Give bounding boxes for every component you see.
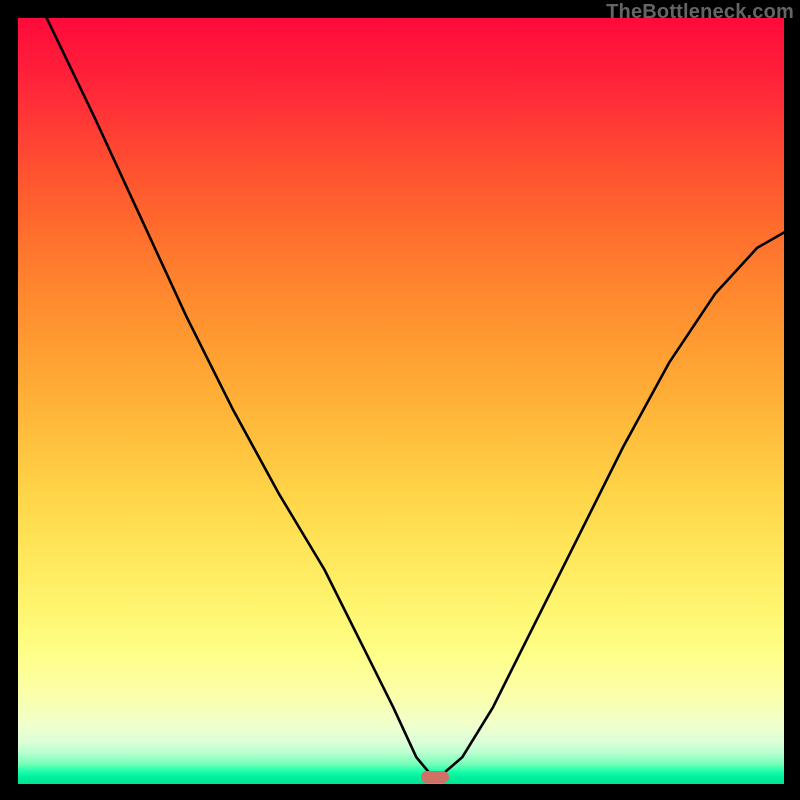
attribution-label: TheBottleneck.com <box>606 1 794 24</box>
curve-path <box>47 18 784 780</box>
plot-area <box>18 18 784 784</box>
optimal-point-marker <box>421 771 449 783</box>
bottleneck-curve <box>18 18 784 784</box>
chart-frame: TheBottleneck.com <box>0 0 800 800</box>
